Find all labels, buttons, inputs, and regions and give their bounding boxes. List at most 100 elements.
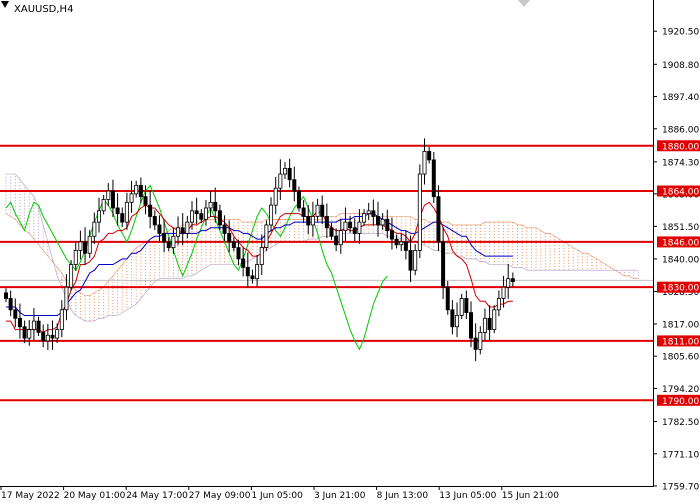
time-tick-label: 3 Jun 21:00 <box>314 491 366 500</box>
candle-body <box>413 250 418 271</box>
candle-body <box>166 241 171 248</box>
level-tag-1830.00-text: 1830.00 <box>662 284 699 294</box>
candle-body <box>83 241 88 254</box>
candle-body <box>8 298 13 311</box>
level-tag-1864.00-text: 1864.00 <box>662 188 699 198</box>
candle-body <box>241 258 246 268</box>
price-chart[interactable]: 1920.501908.801897.401886.001874.301863.… <box>0 0 700 501</box>
candle-body <box>352 227 357 234</box>
candle-body <box>408 250 413 271</box>
candle-body <box>148 204 153 217</box>
candle-body <box>73 250 78 265</box>
candle-body <box>4 292 9 299</box>
price-tick-label: 1908.80 <box>662 61 699 71</box>
candle-body <box>473 337 478 350</box>
candle-body <box>101 199 106 212</box>
candle-body <box>134 184 139 195</box>
price-tick-label: 1920.50 <box>662 28 699 38</box>
candle-body <box>362 213 367 223</box>
candle-body <box>510 278 515 282</box>
price-tick-label: 1851.50 <box>662 223 699 233</box>
chart-symbol-label: XAUUSD,H4 <box>14 4 73 15</box>
candle-body <box>180 227 185 234</box>
candle-body <box>496 298 501 311</box>
time-tick-label: 8 Jun 13:00 <box>377 491 429 500</box>
time-tick-label: 15 Jun 21:00 <box>502 491 559 500</box>
candle-body <box>324 216 329 229</box>
candle-body <box>129 193 134 203</box>
candle-body <box>269 204 274 226</box>
candle-body <box>41 332 46 342</box>
candle-body <box>310 216 315 226</box>
candle-body <box>138 184 143 198</box>
candle-body <box>273 187 278 206</box>
candle-body <box>31 320 36 330</box>
candle-body <box>282 167 287 175</box>
level-tag-1811.00-text: 1811.00 <box>662 337 699 347</box>
candle-body <box>255 264 260 280</box>
candle-body <box>306 216 311 226</box>
candle-body <box>506 278 511 288</box>
candle-body <box>357 221 362 234</box>
candle-body <box>97 210 102 223</box>
candle-body <box>92 221 97 237</box>
candle-body <box>69 264 74 288</box>
candle-body <box>22 326 27 339</box>
candle-body <box>292 179 297 192</box>
level-tag-1846.00-text: 1846.00 <box>662 238 699 248</box>
candle-body <box>501 286 506 299</box>
candle <box>492 305 497 334</box>
candle-body <box>250 275 255 280</box>
candle-body <box>259 247 264 265</box>
candle-body <box>217 210 222 226</box>
candle-body <box>231 241 236 248</box>
candle-body <box>87 235 92 254</box>
candle-body <box>329 227 334 237</box>
candle-body <box>301 207 306 217</box>
candle-body <box>124 201 129 223</box>
candle-body <box>78 241 83 251</box>
price-tick-label: 1840.00 <box>662 255 699 265</box>
candle-body <box>436 196 441 243</box>
candle-body <box>389 230 394 240</box>
candle-body <box>334 235 339 246</box>
candle-body <box>162 233 167 243</box>
candle-body <box>427 151 432 161</box>
candle-body <box>375 216 380 226</box>
candle-body <box>478 332 483 350</box>
candle-body <box>366 210 371 215</box>
candle <box>417 164 422 259</box>
candle-body <box>50 334 55 339</box>
level-tag-1880.00-text: 1880.00 <box>662 142 699 152</box>
candle-body <box>468 312 473 339</box>
candle-body <box>208 201 213 209</box>
candle-body <box>171 235 176 248</box>
candle-body <box>64 286 69 311</box>
candle-body <box>487 317 492 330</box>
price-tick-label: 1771.10 <box>662 450 699 460</box>
candle-body <box>55 329 60 339</box>
candle-body <box>399 241 404 246</box>
candle-body <box>287 167 292 181</box>
price-tick-label: 1794.20 <box>662 385 699 395</box>
time-tick-label: 1 Jun 05:00 <box>251 491 303 500</box>
candle-body <box>110 190 115 209</box>
candle-body <box>115 207 120 215</box>
candle <box>69 260 74 291</box>
candle-body <box>120 213 125 223</box>
candle-body <box>464 298 469 314</box>
candle-body <box>185 221 190 234</box>
candle-body <box>296 190 301 209</box>
candle-body <box>394 238 399 246</box>
candle-body <box>106 190 111 200</box>
candle-body <box>343 221 348 232</box>
time-tick-label: 17 May 2022 <box>1 491 60 500</box>
candle-body <box>315 204 320 217</box>
candle-body <box>194 210 199 215</box>
time-tick-label: 27 May 09:00 <box>189 491 251 500</box>
candle-body <box>441 241 446 288</box>
candle-body <box>264 224 269 248</box>
candle-body <box>278 173 283 189</box>
time-tick-label: 24 May 17:00 <box>126 491 188 500</box>
price-tick-label: 1782.50 <box>662 418 699 428</box>
